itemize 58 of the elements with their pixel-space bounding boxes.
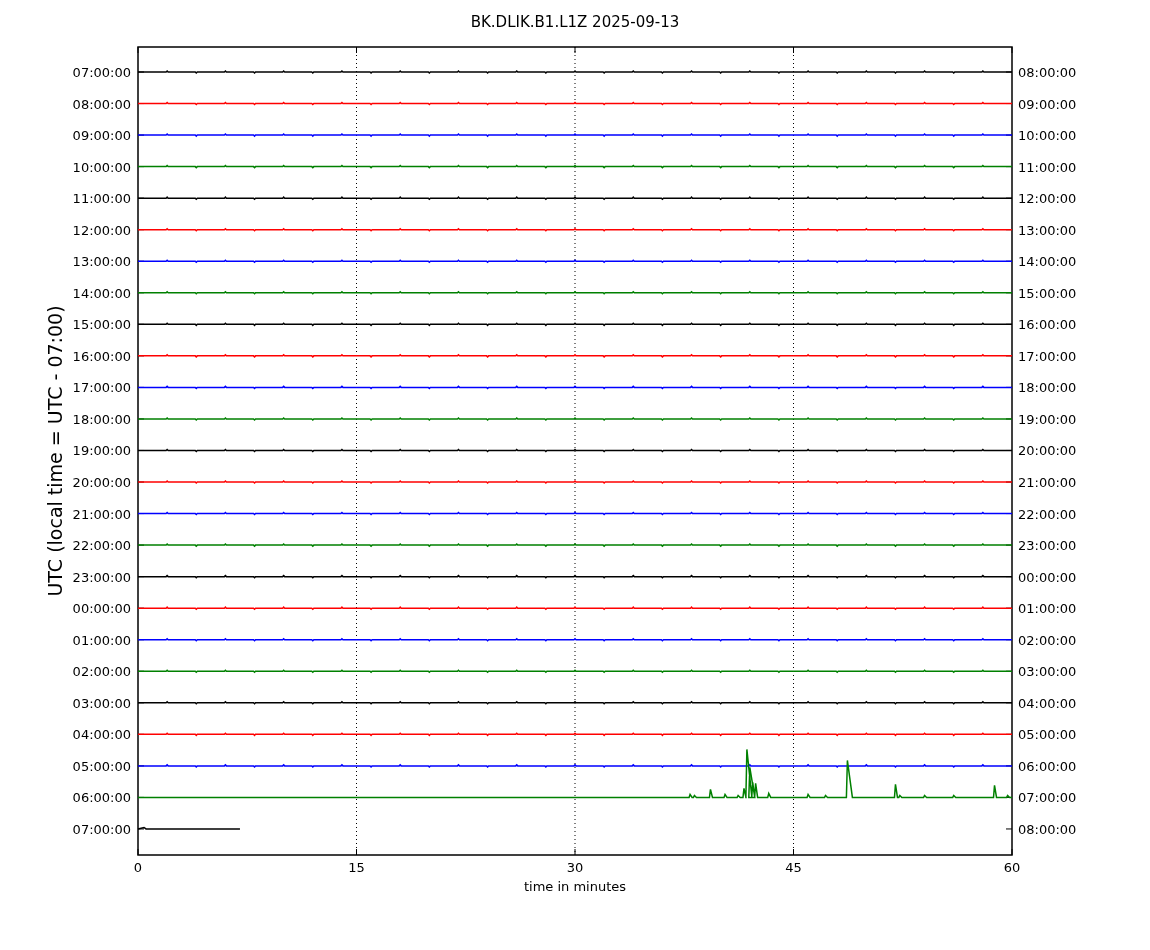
y-tick-label: 22:00:00 [1018, 506, 1077, 522]
x-tick-label: 0 [133, 860, 143, 875]
y-tick-label: 17:00:00 [72, 380, 131, 396]
y-tick-label: 09:00:00 [72, 128, 131, 144]
y-tick-label: 07:00:00 [72, 65, 131, 80]
y-tick-label: 21:00:00 [1018, 475, 1077, 490]
y-tick-label: 20:00:00 [1018, 443, 1077, 459]
y-tick-label: 23:00:00 [1018, 538, 1077, 554]
y-tick-label: 03:00:00 [72, 695, 131, 711]
x-tick-label: 60 [1003, 860, 1021, 875]
y-tick-label: 22:00:00 [72, 538, 131, 554]
y-tick-label: 11:00:00 [72, 191, 131, 207]
y-tick-label: 00:00:00 [1018, 569, 1077, 585]
x-tick-label: 45 [785, 860, 802, 875]
y-tick-label: 14:00:00 [72, 285, 131, 301]
y-tick-label: 05:00:00 [1018, 727, 1077, 743]
y-tick-label: 08:00:00 [72, 96, 131, 112]
y-tick-label: 02:00:00 [1018, 632, 1077, 648]
y-tick-label: 13:00:00 [1018, 222, 1077, 238]
y-tick-label: 01:00:00 [1018, 601, 1077, 617]
y-tick-label: 01:00:00 [72, 632, 131, 648]
y-tick-label: 14:00:00 [1018, 254, 1077, 270]
y-tick-label: 19:00:00 [72, 443, 131, 459]
y-tick-label: 06:00:00 [1018, 758, 1077, 774]
x-tick-label: 15 [348, 860, 365, 875]
chart-title: BK.DLIK.B1.L1Z 2025-09-13 [470, 13, 680, 31]
y-tick-label: 12:00:00 [72, 222, 131, 238]
y-tick-label: 20:00:00 [72, 475, 131, 490]
y-axis-label: UTC (local time = UTC - 07:00) [44, 305, 66, 597]
y-tick-label: 08:00:00 [1018, 821, 1077, 837]
y-tick-label: 23:00:00 [72, 569, 131, 585]
y-tick-label: 18:00:00 [72, 411, 131, 427]
y-tick-label: 05:00:00 [72, 758, 131, 774]
y-tick-label: 16:00:00 [72, 348, 131, 364]
y-tick-label: 17:00:00 [1018, 348, 1077, 364]
y-tick-label: 04:00:00 [72, 727, 131, 743]
y-tick-label: 07:00:00 [72, 821, 131, 837]
y-tick-label: 08:00:00 [1018, 65, 1077, 80]
y-tick-label: 15:00:00 [72, 317, 131, 333]
y-tick-label: 03:00:00 [1018, 664, 1077, 680]
y-tick-label: 11:00:00 [1018, 159, 1077, 175]
y-tick-label: 13:00:00 [72, 254, 131, 270]
y-tick-label: 07:00:00 [1018, 790, 1077, 806]
y-tick-label: 10:00:00 [72, 159, 131, 175]
y-tick-label: 04:00:00 [1018, 695, 1077, 711]
y-tick-label: 06:00:00 [72, 790, 131, 806]
y-tick-label: 02:00:00 [72, 664, 131, 680]
y-tick-label: 15:00:00 [1018, 285, 1077, 301]
y-tick-label: 18:00:00 [1018, 380, 1077, 396]
y-tick-label: 09:00:00 [1018, 96, 1077, 112]
x-tick-label: 30 [566, 860, 584, 875]
y-tick-label: 10:00:00 [1018, 128, 1077, 144]
y-tick-label: 12:00:00 [1018, 191, 1077, 207]
y-tick-label: 19:00:00 [1018, 411, 1077, 427]
x-axis-label: time in minutes [523, 879, 627, 894]
y-tick-label: 16:00:00 [1018, 317, 1077, 333]
y-tick-label: 00:00:00 [72, 601, 131, 617]
y-tick-label: 21:00:00 [72, 506, 131, 522]
